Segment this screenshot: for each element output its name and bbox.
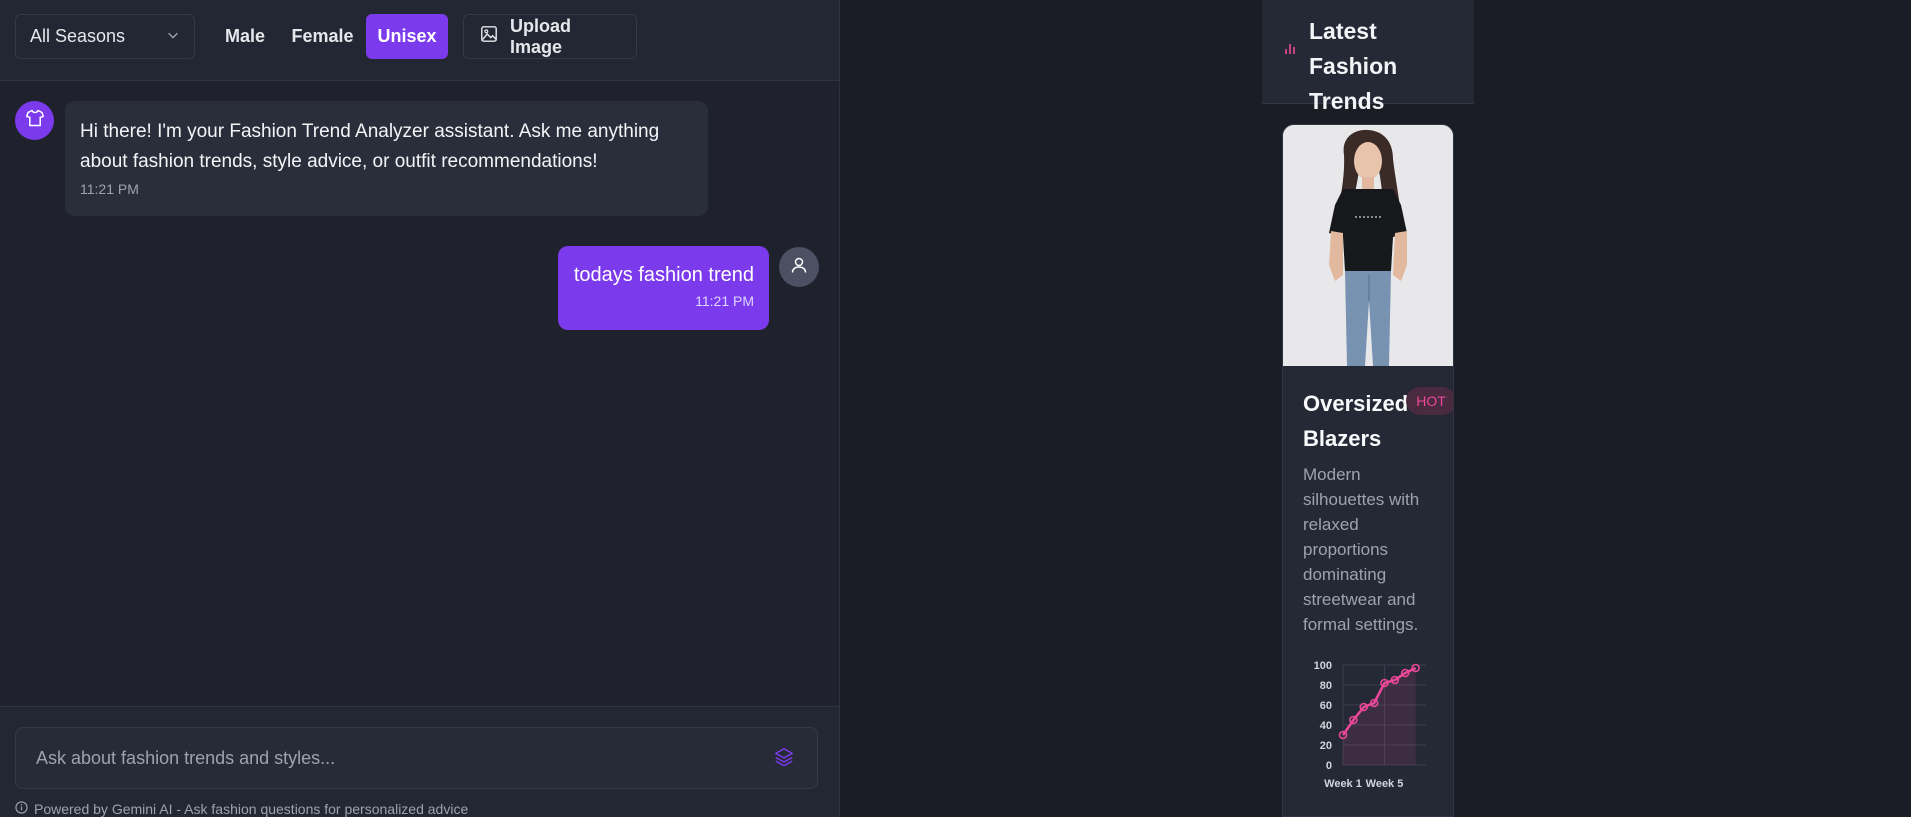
upload-image-label: Upload Image: [510, 15, 571, 57]
chart-x-tick-1: Week 5: [1366, 778, 1404, 790]
message-list: Hi there! I'm your Fashion Trend Analyze…: [0, 82, 839, 706]
layers-icon: [773, 746, 795, 773]
gender-button-female[interactable]: Female: [285, 14, 360, 59]
shirt-icon: [25, 108, 45, 133]
trend-popularity-chart: 0 20 40 60 80 100 Week 1 Week 5: [1314, 660, 1426, 790]
user-icon: [789, 255, 809, 280]
chart-x-tick-0: Week 1: [1324, 778, 1362, 790]
app: All Seasons Male Female Unisex Upload Im…: [0, 0, 1911, 817]
upload-image-button[interactable]: Upload Image: [463, 14, 637, 59]
chart-y-tick-2: 40: [1320, 720, 1332, 732]
chart-y-ticks: 0 20 40 60 80 100: [1314, 660, 1332, 772]
user-message-text: todays fashion trend: [573, 264, 754, 286]
season-select-value: All Seasons: [30, 26, 126, 46]
assistant-message-time: 11:21 PM: [80, 181, 139, 197]
image-icon: [480, 25, 498, 48]
chat-input-area: Powered by Gemini AI - Ask fashion quest…: [0, 706, 839, 817]
bar-chart-icon: [1282, 40, 1298, 56]
trend-card[interactable]: Oversized Blazers HOT Modern silhouettes…: [1282, 124, 1454, 817]
chart-y-tick-5: 100: [1314, 660, 1332, 672]
chevron-down-icon: [166, 26, 180, 47]
chart-x-ticks: Week 1 Week 5: [1324, 778, 1403, 790]
gender-button-male[interactable]: Male: [212, 14, 278, 59]
chat-input[interactable]: [15, 727, 818, 789]
assistant-avatar: [15, 101, 54, 140]
gender-button-unisex[interactable]: Unisex: [366, 14, 448, 59]
chart-y-tick-1: 20: [1320, 740, 1332, 752]
trend-name: Oversized Blazers: [1303, 391, 1409, 451]
chart-y-tick-4: 80: [1320, 680, 1332, 692]
assistant-message-text: Hi there! I'm your Fashion Trend Analyze…: [80, 121, 660, 172]
chart-y-tick-3: 60: [1320, 700, 1332, 712]
trend-image: [1283, 125, 1453, 366]
trend-description: Modern silhouettes with relaxed proporti…: [1303, 465, 1420, 634]
footer-note: Powered by Gemini AI - Ask fashion quest…: [15, 800, 468, 817]
trends-header: Latest Fashion Trends: [1262, 0, 1474, 114]
send-button[interactable]: [770, 745, 798, 773]
assistant-message: Hi there! I'm your Fashion Trend Analyze…: [65, 101, 708, 216]
user-avatar: [779, 247, 819, 287]
user-message: todays fashion trend 11:21 PM: [558, 246, 769, 330]
chart-y-tick-0: 0: [1326, 760, 1332, 772]
footer-note-text: Powered by Gemini AI - Ask fashion quest…: [34, 801, 469, 817]
chat-panel: All Seasons Male Female Unisex Upload Im…: [0, 0, 840, 817]
info-icon: [15, 801, 28, 817]
hot-badge: HOT: [1406, 387, 1453, 415]
filter-toolbar: All Seasons Male Female Unisex Upload Im…: [0, 0, 839, 81]
trends-title: Latest Fashion Trends: [1309, 18, 1398, 114]
user-message-time: 11:21 PM: [695, 293, 754, 309]
season-select[interactable]: All Seasons: [15, 14, 195, 59]
